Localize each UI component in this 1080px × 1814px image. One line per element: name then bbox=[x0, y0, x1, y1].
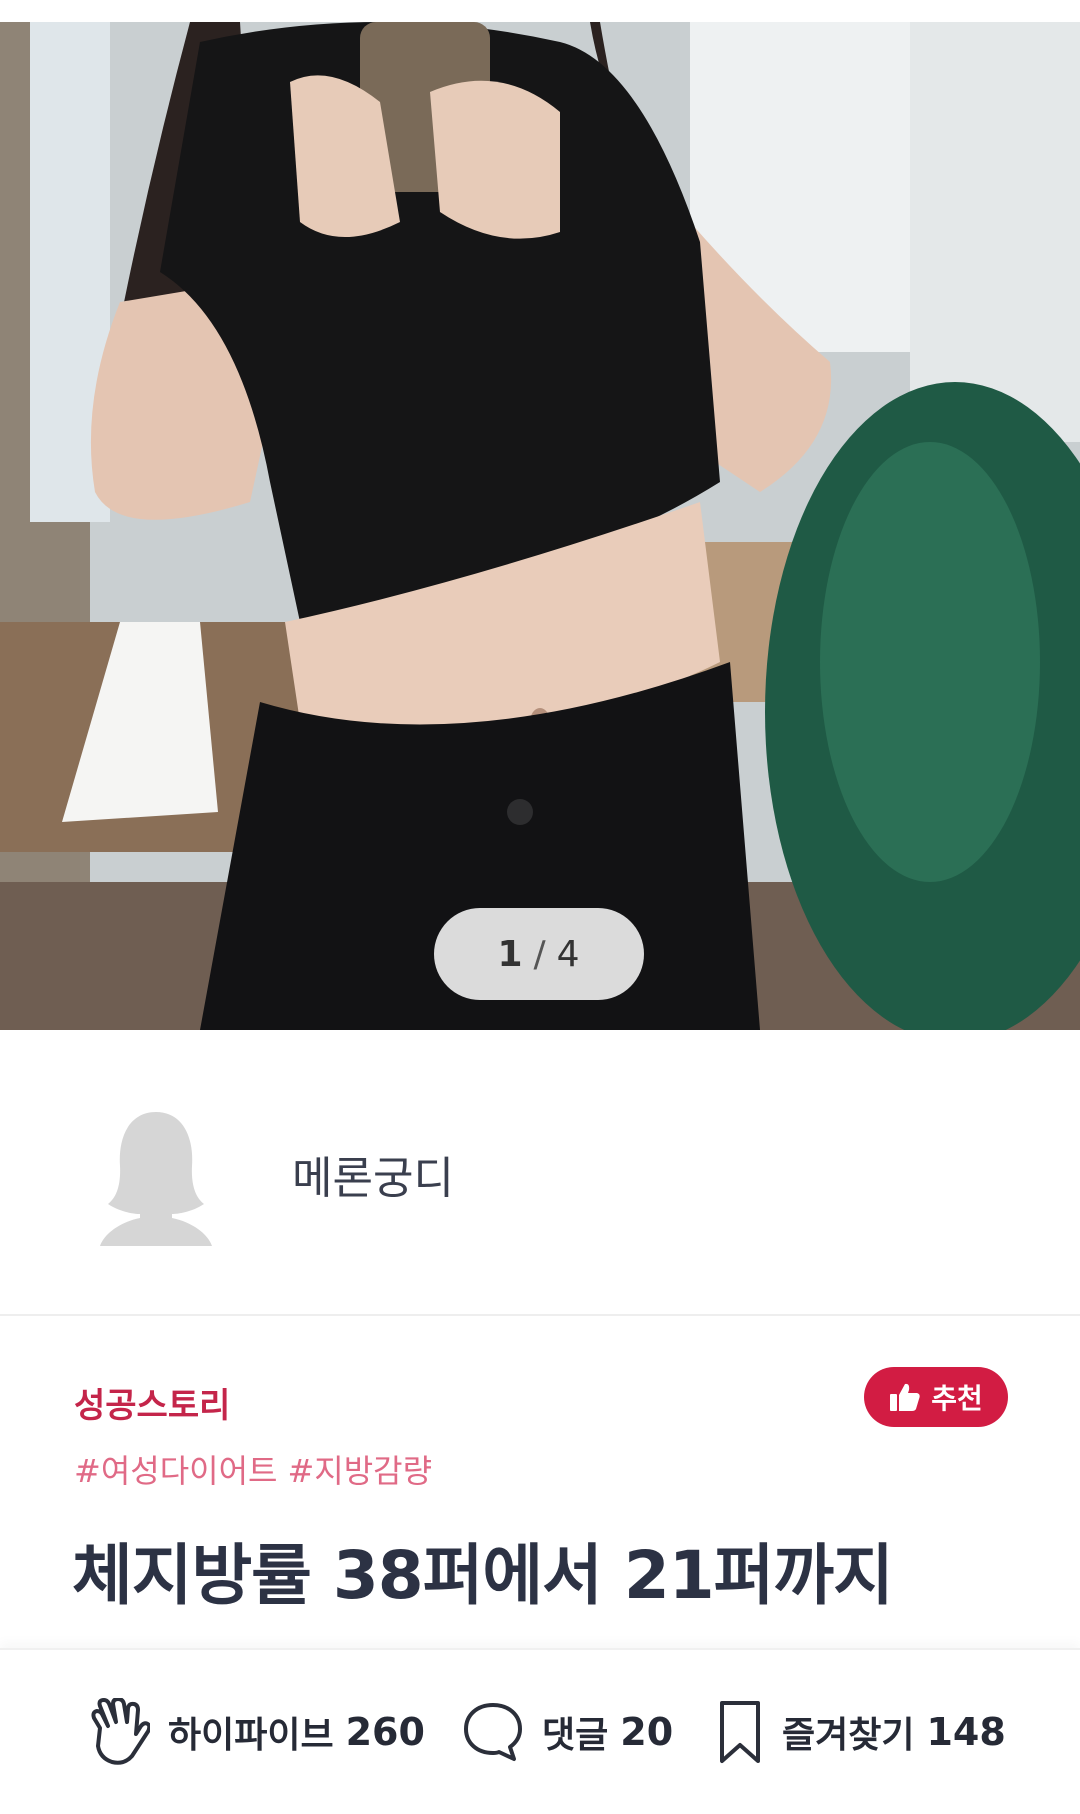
highfive-count: 260 bbox=[345, 1710, 425, 1754]
author-row[interactable]: 메론궁디 bbox=[0, 1030, 1080, 1316]
tag-item[interactable]: #지방감량 bbox=[287, 1446, 432, 1492]
pager-separator: / bbox=[533, 933, 547, 975]
speech-bubble-icon bbox=[464, 1703, 522, 1761]
author-name[interactable]: 메론궁디 bbox=[292, 1142, 454, 1206]
image-pager: 1 / 4 bbox=[434, 908, 644, 1000]
tag-list: #여성다이어트 #지방감량 bbox=[74, 1446, 432, 1492]
bookmark-count: 148 bbox=[926, 1710, 1006, 1754]
highfive-label: 하이파이브 bbox=[168, 1715, 334, 1756]
recommend-label: 추천 bbox=[931, 1382, 983, 1415]
comment-label: 댓글 bbox=[542, 1715, 609, 1756]
bookmark-button[interactable]: 즐겨찾기 148 bbox=[716, 1650, 1006, 1814]
comment-count: 20 bbox=[620, 1710, 674, 1754]
bookmark-label: 즐겨찾기 bbox=[782, 1715, 915, 1756]
comment-button[interactable]: 댓글 20 bbox=[462, 1650, 673, 1814]
highfive-button[interactable]: 하이파이브 260 bbox=[86, 1650, 425, 1814]
recommend-badge[interactable]: 추천 bbox=[864, 1367, 1008, 1427]
hand-wave-icon bbox=[91, 1698, 150, 1765]
avatar[interactable] bbox=[100, 1106, 212, 1246]
bookmark-icon bbox=[720, 1701, 760, 1763]
tag-item[interactable]: #여성다이어트 bbox=[74, 1446, 277, 1492]
bottom-action-bar: 하이파이브 260 댓글 20 즐겨찾기 148 bbox=[0, 1648, 1080, 1814]
post-title: 체지방률 38퍼에서 21퍼까지 bbox=[72, 1537, 894, 1614]
post-photo-carousel[interactable]: 1 / 4 bbox=[0, 22, 1080, 1030]
post-photo bbox=[0, 22, 1080, 1030]
pager-total: 4 bbox=[556, 933, 581, 975]
post-category[interactable]: 성공스토리 bbox=[74, 1378, 230, 1427]
pager-current: 1 bbox=[497, 933, 524, 975]
thumbs-up-icon bbox=[890, 1383, 920, 1411]
